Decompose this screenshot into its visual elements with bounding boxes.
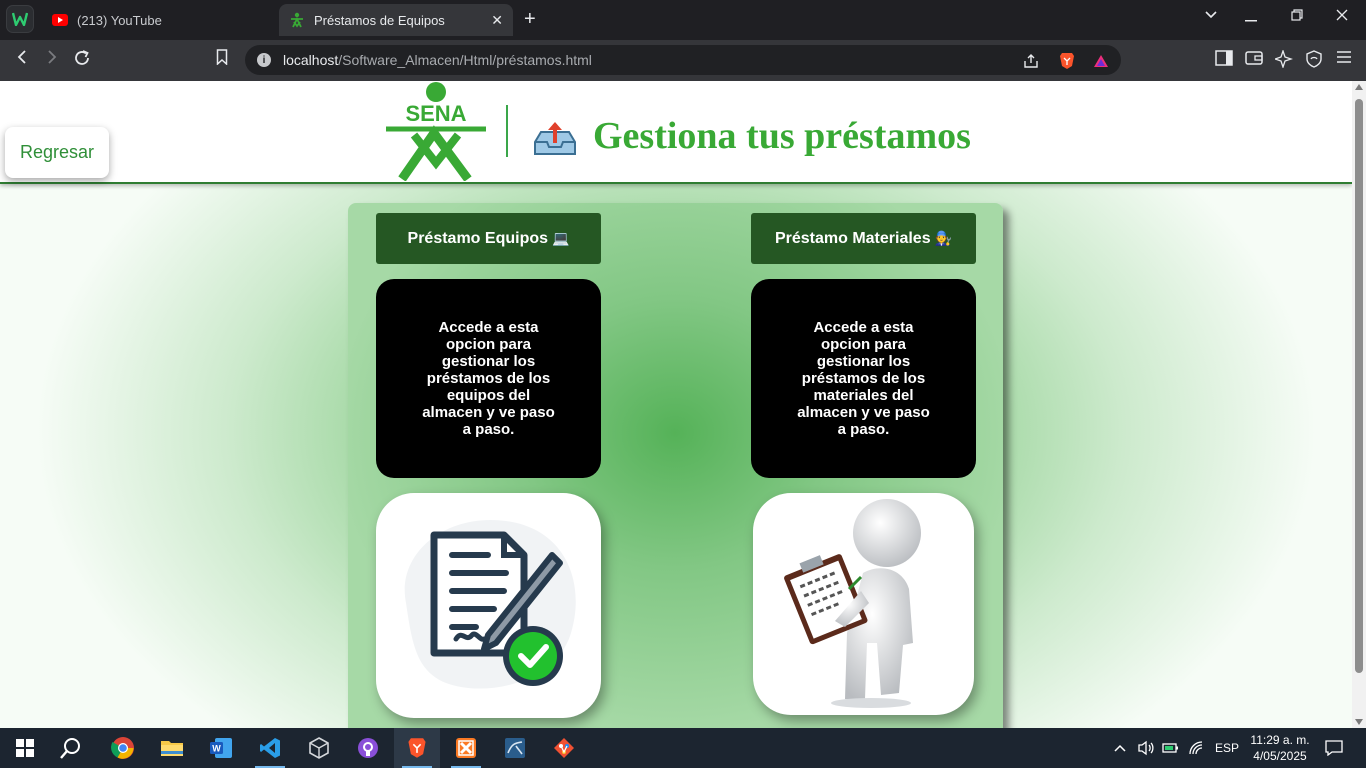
sidebar-icon[interactable] [1213,50,1235,72]
equipos-image[interactable] [376,493,601,718]
equipos-description: Accede a esta opcion para gestionar los … [376,279,601,478]
github-desktop-icon[interactable] [345,728,391,768]
new-tab-button[interactable]: + [524,8,536,31]
prestamo-materiales-button[interactable]: Préstamo Materiales 🧑‍🔧 [751,213,976,264]
share-icon[interactable] [1021,51,1041,71]
svg-text:W: W [212,744,221,754]
back-nav-icon[interactable] [10,49,34,71]
tab-title: (213) YouTube [77,12,162,28]
minimize-icon[interactable] [1236,9,1266,26]
start-icon[interactable] [2,728,48,768]
windows-taskbar: W ESP 11:29 a. m. 4/05/2025 [0,728,1366,768]
scroll-thumb[interactable] [1355,99,1363,673]
page-viewport: Regresar SENA Gestiona tus préstamos Pré… [0,81,1352,728]
sena-favicon-icon [289,12,305,28]
loans-panel: Préstamo Equipos 💻 Accede a esta opcion … [348,203,1003,728]
card-title-label: Préstamo Equipos [407,229,549,247]
chrome-icon[interactable] [100,728,146,768]
leo-ai-icon[interactable] [1272,48,1295,72]
sena-logo: SENA [386,82,486,181]
restore-icon[interactable] [1282,8,1312,25]
scroll-down-icon[interactable] [1355,719,1363,725]
url-path: /Software_Almacen/Html/préstamos.html [338,52,592,68]
laptop-icon: 💻 [552,230,570,246]
tab-prestamos[interactable]: Préstamos de Equipos ✕ [279,4,513,36]
signed-document-icon [404,519,576,689]
browser-tab-bar: (213) YouTube Préstamos de Equipos ✕ + [0,0,1366,40]
language-indicator[interactable]: ESP [1215,728,1239,768]
brave-rewards-icon[interactable] [1091,51,1111,71]
wallet-icon[interactable] [1243,50,1265,72]
mysql-workbench-icon[interactable] [492,728,538,768]
tab-title: Préstamos de Equipos [314,12,445,28]
search-icon[interactable] [48,728,94,768]
scroll-up-icon[interactable] [1355,84,1363,90]
tab-search-dropdown-icon[interactable] [1196,6,1226,23]
address-bar[interactable]: i localhost/Software_Almacen/Html/présta… [245,45,1121,75]
page-scrollbar[interactable] [1352,81,1366,728]
close-window-icon[interactable] [1327,8,1357,25]
reload-icon[interactable] [70,49,94,73]
bookmark-icon[interactable] [210,49,234,71]
notifications-icon[interactable] [1325,728,1343,768]
prestamo-equipos-button[interactable]: Préstamo Equipos 💻 [376,213,601,264]
file-explorer-icon[interactable] [149,728,195,768]
workspace-app-icon[interactable] [6,5,34,33]
browser-toolbar: i localhost/Software_Almacen/Html/présta… [0,40,1366,81]
volume-icon[interactable] [1137,728,1155,768]
brave-icon[interactable] [394,728,440,768]
outbox-tray-icon [534,122,576,155]
battery-icon[interactable] [1162,728,1180,768]
header-divider [506,105,508,157]
xampp-icon[interactable] [443,728,489,768]
mechanic-icon: 🧑‍🔧 [934,230,953,246]
word-icon[interactable]: W [198,728,244,768]
forward-nav-icon[interactable] [40,49,64,71]
menu-icon[interactable] [1333,50,1355,72]
show-hidden-icons[interactable] [1114,728,1126,768]
youtube-icon [52,12,68,28]
vpn-icon[interactable] [1303,50,1325,72]
tab-youtube[interactable]: (213) YouTube [42,4,272,36]
site-header: Regresar SENA Gestiona tus préstamos [0,81,1352,184]
card-title-label: Préstamo Materiales [774,229,931,247]
materiales-description: Accede a esta opcion para gestionar los … [751,279,976,478]
clock[interactable]: 11:29 a. m. 4/05/2025 [1240,732,1320,764]
brave-shields-icon[interactable] [1057,51,1077,71]
sena-logo-text: SENA [405,101,466,126]
git-icon[interactable] [541,728,587,768]
wifi-icon[interactable] [1188,728,1204,768]
materiales-image[interactable] [753,493,974,715]
close-tab-icon[interactable]: ✕ [491,12,503,29]
site-info-icon[interactable]: i [257,53,271,67]
clock-date: 4/05/2025 [1253,749,1307,763]
unity-icon[interactable] [296,728,342,768]
url-host: localhost [283,52,339,68]
page-title: Gestiona tus préstamos [593,115,971,157]
clipboard-person-icon [784,499,921,708]
vscode-icon[interactable] [247,728,293,768]
clock-time: 11:29 a. m. [1250,733,1310,747]
regresar-button[interactable]: Regresar [5,127,109,178]
